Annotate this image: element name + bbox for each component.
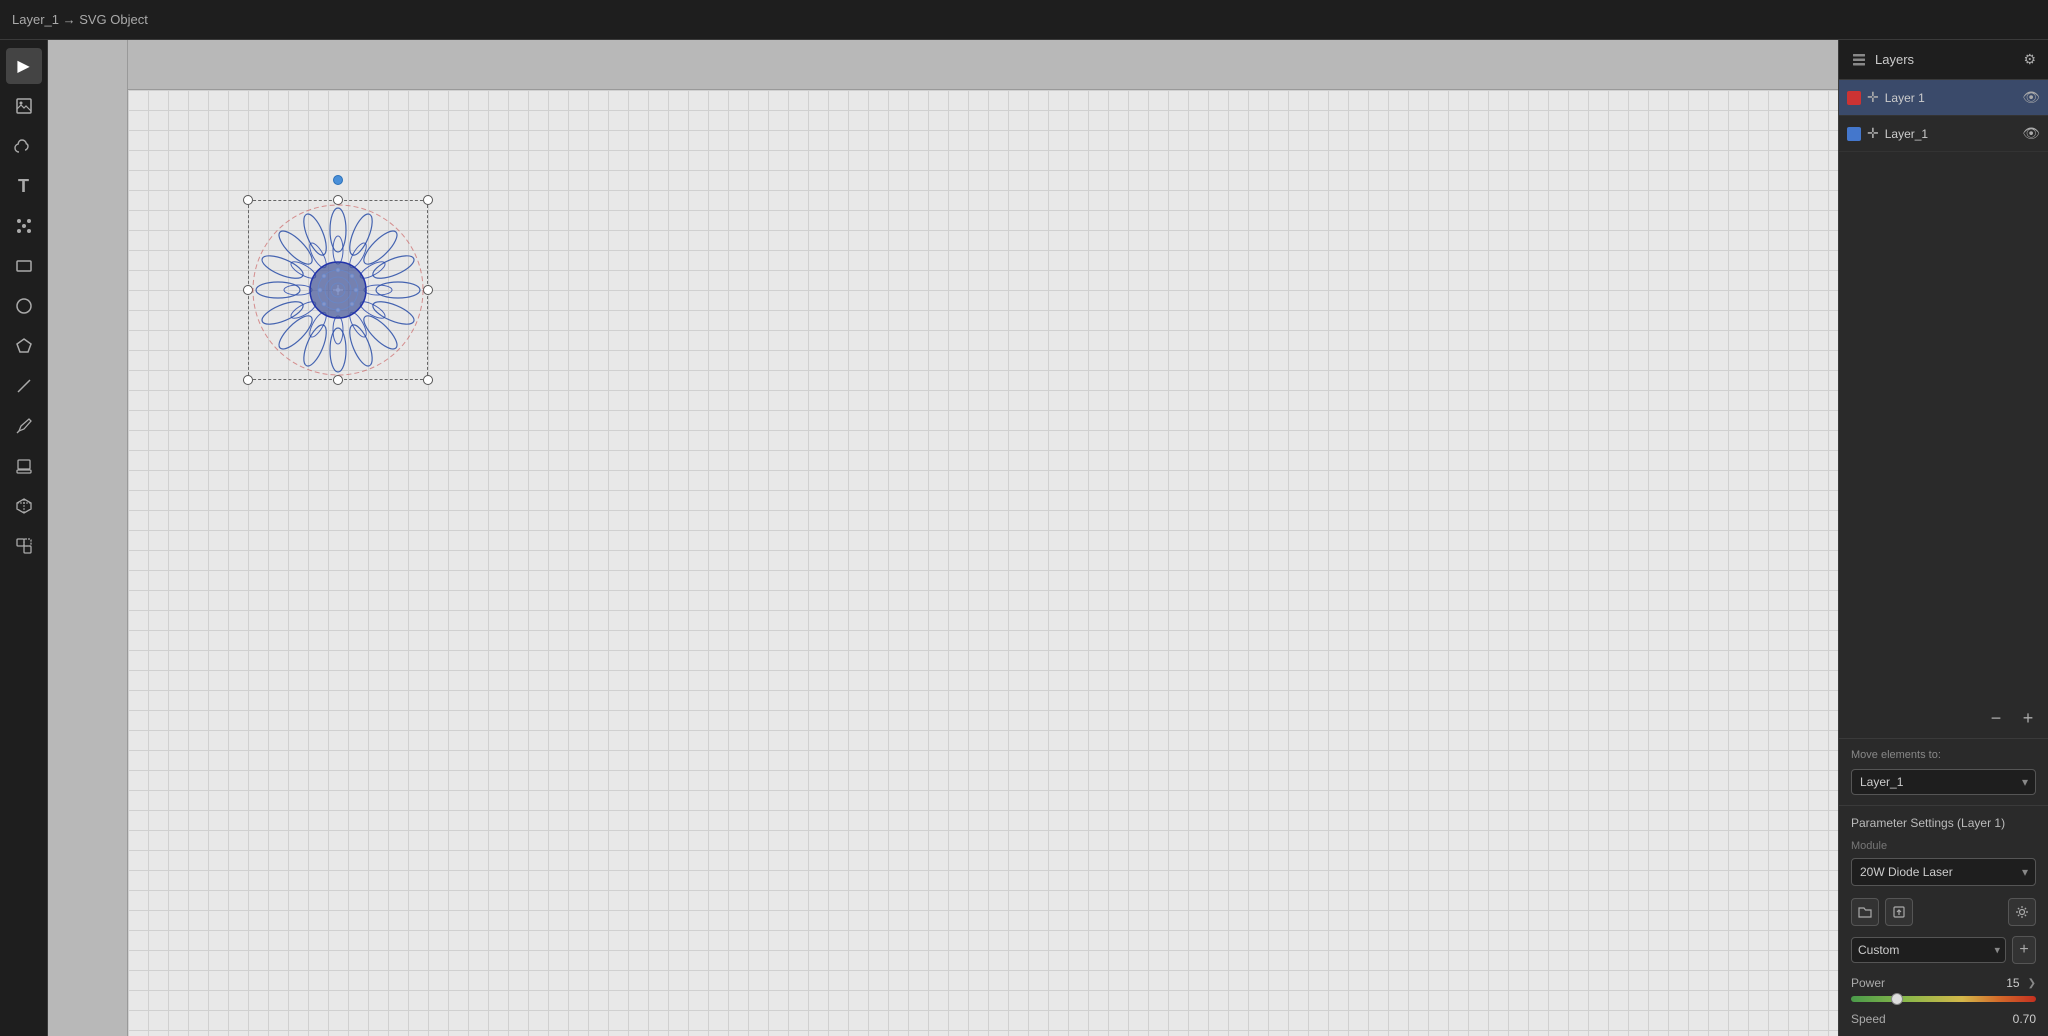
preset-settings-btn[interactable]	[2008, 898, 2036, 926]
move-elements-label: Move elements to:	[1851, 749, 2036, 761]
layer-item-1[interactable]: ✛ Layer 1 👁	[1839, 80, 2048, 116]
param-section: Parameter Settings (Layer 1) Module 20W …	[1839, 806, 2048, 1036]
text-tool[interactable]: T	[6, 168, 42, 204]
select-tool[interactable]: ▶	[6, 48, 42, 84]
layers-plus-btn[interactable]: +	[2016, 706, 2040, 730]
speed-label: Speed	[1851, 1012, 2005, 1026]
cloud-tool[interactable]	[6, 128, 42, 164]
power-label: Power	[1851, 976, 1982, 990]
layer-crosshair-2: ✛	[1867, 125, 1879, 142]
node-tool[interactable]	[6, 208, 42, 244]
layer-color-2	[1847, 127, 1861, 141]
arrange-tool[interactable]	[6, 528, 42, 564]
layer-name-1: Layer 1	[1885, 91, 2016, 105]
line-tool[interactable]	[6, 368, 42, 404]
preset-add-btn[interactable]: +	[2012, 936, 2036, 964]
layer-crosshair-1: ✛	[1867, 89, 1879, 106]
power-value: 15	[1990, 976, 2020, 990]
move-layer-dropdown-wrapper: Layer_1 Layer 1	[1851, 769, 2036, 795]
move-layer-dropdown[interactable]: Layer_1 Layer 1	[1851, 769, 2036, 795]
svg-object[interactable]	[248, 200, 428, 380]
speed-row: Speed 0.70	[1851, 1012, 2036, 1026]
speed-value: 0.70	[2013, 1012, 2036, 1026]
preset-export-btn[interactable]	[1885, 898, 1913, 926]
preset-select-wrapper: Custom Default Wood Acrylic	[1851, 937, 2006, 963]
power-slider-thumb[interactable]	[1891, 993, 1903, 1005]
module-dropdown[interactable]: 20W Diode Laser 40W Diode Laser 10W Diod…	[1851, 858, 2036, 886]
left-toolbar: ▶ T	[0, 40, 48, 1036]
layers-header: Layers ⚙	[1839, 40, 2048, 80]
polygon-tool[interactable]	[6, 328, 42, 364]
right-panel: Layers ⚙ ✛ Layer 1 👁 ✛ Layer_1 👁 − + Mov…	[1838, 40, 2048, 1036]
preset-folder-btn[interactable]	[1851, 898, 1879, 926]
layers-panel-icon	[1851, 52, 1867, 68]
module-label: Module	[1851, 840, 2036, 852]
image-tool[interactable]	[6, 88, 42, 124]
rect-tool[interactable]	[6, 248, 42, 284]
canvas-inner[interactable]	[128, 90, 1838, 1036]
layer-name-2: Layer_1	[1885, 127, 2016, 141]
power-arrow: ❯	[2028, 978, 2036, 989]
3d-tool[interactable]	[6, 488, 42, 524]
power-slider-track[interactable]	[1851, 996, 2036, 1002]
ruler-top	[48, 40, 1838, 90]
layers-spacer	[1839, 152, 2048, 698]
top-bar: Layer_1 → SVG Object	[0, 0, 2048, 40]
circle-tool[interactable]	[6, 288, 42, 324]
move-elements-section: Move elements to: Layer_1 Layer 1	[1839, 739, 2048, 806]
handle-rotate[interactable]	[333, 175, 343, 185]
canvas-area[interactable]	[48, 40, 1838, 1036]
breadcrumb: Layer_1 → SVG Object	[12, 12, 148, 27]
ruler-left	[48, 40, 128, 1036]
layer-item-2[interactable]: ✛ Layer_1 👁	[1839, 116, 2048, 152]
power-row: Power 15 ❯	[1851, 976, 2036, 990]
layer-color-1	[1847, 91, 1861, 105]
pen-tool[interactable]	[6, 408, 42, 444]
layers-actions: − +	[1839, 698, 2048, 739]
preset-row	[1851, 898, 2036, 926]
preset-select[interactable]: Custom Default Wood Acrylic	[1851, 937, 2006, 963]
layer-eye-2[interactable]: 👁	[2022, 125, 2040, 142]
layers-settings-icon[interactable]: ⚙	[2023, 51, 2036, 68]
layers-title: Layers	[1875, 52, 2015, 67]
main-layout: ▶ T	[0, 40, 2048, 1036]
param-title: Parameter Settings (Layer 1)	[1851, 816, 2036, 830]
stamp-tool[interactable]	[6, 448, 42, 484]
layers-minus-btn[interactable]: −	[1984, 706, 2008, 730]
preset-dropdown-row: Custom Default Wood Acrylic +	[1851, 936, 2036, 964]
layer-eye-1[interactable]: 👁	[2022, 89, 2040, 106]
module-dropdown-wrapper: 20W Diode Laser 40W Diode Laser 10W Diod…	[1851, 858, 2036, 886]
sunflower-svg	[248, 200, 428, 380]
